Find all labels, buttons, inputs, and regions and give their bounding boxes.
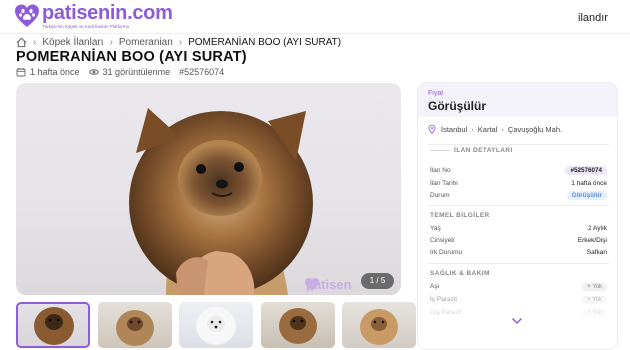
detail-row: İç Parazit × Yok bbox=[430, 294, 607, 305]
location-city[interactable]: İstanbul bbox=[441, 125, 467, 134]
posted-time: 1 hafta önce bbox=[30, 67, 80, 77]
breadcrumb-item-current: POMERANİAN BOO (AYI SURAT) bbox=[188, 37, 342, 48]
thumbnail-3[interactable] bbox=[179, 302, 253, 348]
divider bbox=[428, 144, 609, 145]
home-icon[interactable] bbox=[16, 37, 27, 48]
chevron-right-icon: › bbox=[33, 37, 37, 48]
divider bbox=[428, 263, 609, 264]
price-value: Görüşülür bbox=[428, 99, 487, 113]
puppy-thumbnail bbox=[278, 308, 317, 344]
main-photo[interactable]: patisen bbox=[16, 83, 401, 295]
chevron-down-icon[interactable] bbox=[511, 317, 523, 325]
price-box: Fiyat Görüşülür bbox=[418, 83, 617, 117]
detail-row: Cinsiyeti Erkek/Dişi bbox=[430, 235, 607, 246]
puppy-thumbnail bbox=[34, 307, 74, 345]
eye-icon bbox=[88, 69, 99, 75]
watermark: patisen bbox=[304, 277, 352, 292]
puppy-thumbnail bbox=[115, 310, 154, 346]
detail-value: × Yok bbox=[582, 295, 607, 304]
detail-key: Yaş bbox=[430, 225, 441, 232]
breadcrumb-item-breed[interactable]: Pomeranian bbox=[119, 37, 173, 48]
listing-id: #52576074 bbox=[179, 67, 225, 77]
listing-info-panel: Fiyat Görüşülür İstanbul › Kartal › Çavu… bbox=[417, 82, 618, 350]
breadcrumb: › Köpek İlanları › Pomeranian › POMERANİ… bbox=[16, 37, 341, 48]
breadcrumb-item-kopek[interactable]: Köpek İlanları bbox=[42, 37, 103, 48]
thumbnail-5[interactable] bbox=[342, 302, 416, 348]
thumbnail-2[interactable] bbox=[97, 302, 172, 348]
site-logo[interactable]: patisenin.com Türkiye'nin Köpek ve Kedi … bbox=[14, 3, 173, 29]
detail-value: Erkek/Dişi bbox=[577, 237, 607, 244]
detail-value: 2 Aylık bbox=[587, 225, 607, 232]
detail-key: Durum bbox=[430, 192, 450, 199]
paw-heart-icon bbox=[15, 4, 39, 27]
chevron-right-icon: › bbox=[109, 37, 113, 48]
location-pin-icon bbox=[428, 125, 436, 134]
detail-key: Cinsiyeti bbox=[430, 237, 455, 244]
thumbnail-1[interactable] bbox=[16, 302, 90, 348]
detail-row: Yaş 2 Aylık bbox=[430, 223, 607, 234]
details-heading: İLAN DETAYLARI bbox=[454, 147, 513, 154]
thumbnail-4[interactable] bbox=[260, 302, 335, 348]
price-label: Fiyat bbox=[428, 90, 444, 97]
detail-row: İlan No #52576074 bbox=[430, 165, 607, 176]
page-title: POMERANİAN BOO (AYI SURAT) bbox=[16, 49, 247, 65]
thumbnail-strip bbox=[16, 302, 424, 348]
detail-row: Aşı × Yok bbox=[430, 281, 607, 292]
view-count: 31 görüntülenme bbox=[102, 67, 171, 77]
nav-ilanlar-link[interactable]: ilandır bbox=[578, 12, 608, 24]
health-heading: SAĞLIK & BAKIM bbox=[430, 270, 490, 277]
top-bar: patisenin.com Türkiye'nin Köpek ve Kedi … bbox=[0, 0, 630, 34]
detail-key: Dış Parazit bbox=[430, 309, 462, 316]
photo-counter: 1 / 5 bbox=[361, 273, 394, 289]
status-badge: Görüşülür bbox=[566, 191, 607, 200]
detail-key: Irk Durumu bbox=[430, 249, 463, 256]
puppy-thumbnail bbox=[360, 309, 398, 345]
chevron-right-icon: › bbox=[178, 37, 183, 48]
detail-row: Durum Görüşülür bbox=[430, 190, 607, 201]
paw-heart-icon bbox=[305, 277, 319, 291]
detail-key: Aşı bbox=[430, 283, 440, 290]
puppy-photo bbox=[129, 108, 313, 295]
location-district[interactable]: Kartal bbox=[478, 125, 498, 134]
detail-key: İlan No bbox=[430, 167, 451, 174]
location: İstanbul › Kartal › Çavuşoğlu Mah. bbox=[428, 125, 562, 134]
detail-key: İlan Tarihi bbox=[430, 180, 458, 187]
detail-value: × Yok bbox=[582, 308, 607, 317]
detail-key: İç Parazit bbox=[430, 296, 458, 303]
listing-no-badge: #52576074 bbox=[565, 166, 607, 175]
puppy-thumbnail bbox=[196, 307, 236, 345]
logo-tagline: Türkiye'nin Köpek ve Kedi İlanları Platf… bbox=[42, 24, 130, 29]
logo-name: patisenin.com bbox=[42, 2, 173, 24]
detail-row: İlan Tarihi 1 hafta önce bbox=[430, 178, 607, 189]
detail-value: Safkan bbox=[586, 249, 607, 256]
divider bbox=[428, 205, 609, 206]
location-neighborhood[interactable]: Çavuşoğlu Mah. bbox=[508, 125, 562, 134]
basic-info-heading: TEMEL BİLGİLER bbox=[430, 212, 490, 219]
detail-value: × Yok bbox=[582, 282, 607, 291]
calendar-icon bbox=[16, 68, 26, 77]
listing-meta: 1 hafta önce 31 görüntülenme #52576074 bbox=[16, 67, 224, 77]
detail-row: Irk Durumu Safkan bbox=[430, 247, 607, 258]
divider bbox=[430, 150, 450, 151]
detail-value: 1 hafta önce bbox=[571, 180, 607, 187]
